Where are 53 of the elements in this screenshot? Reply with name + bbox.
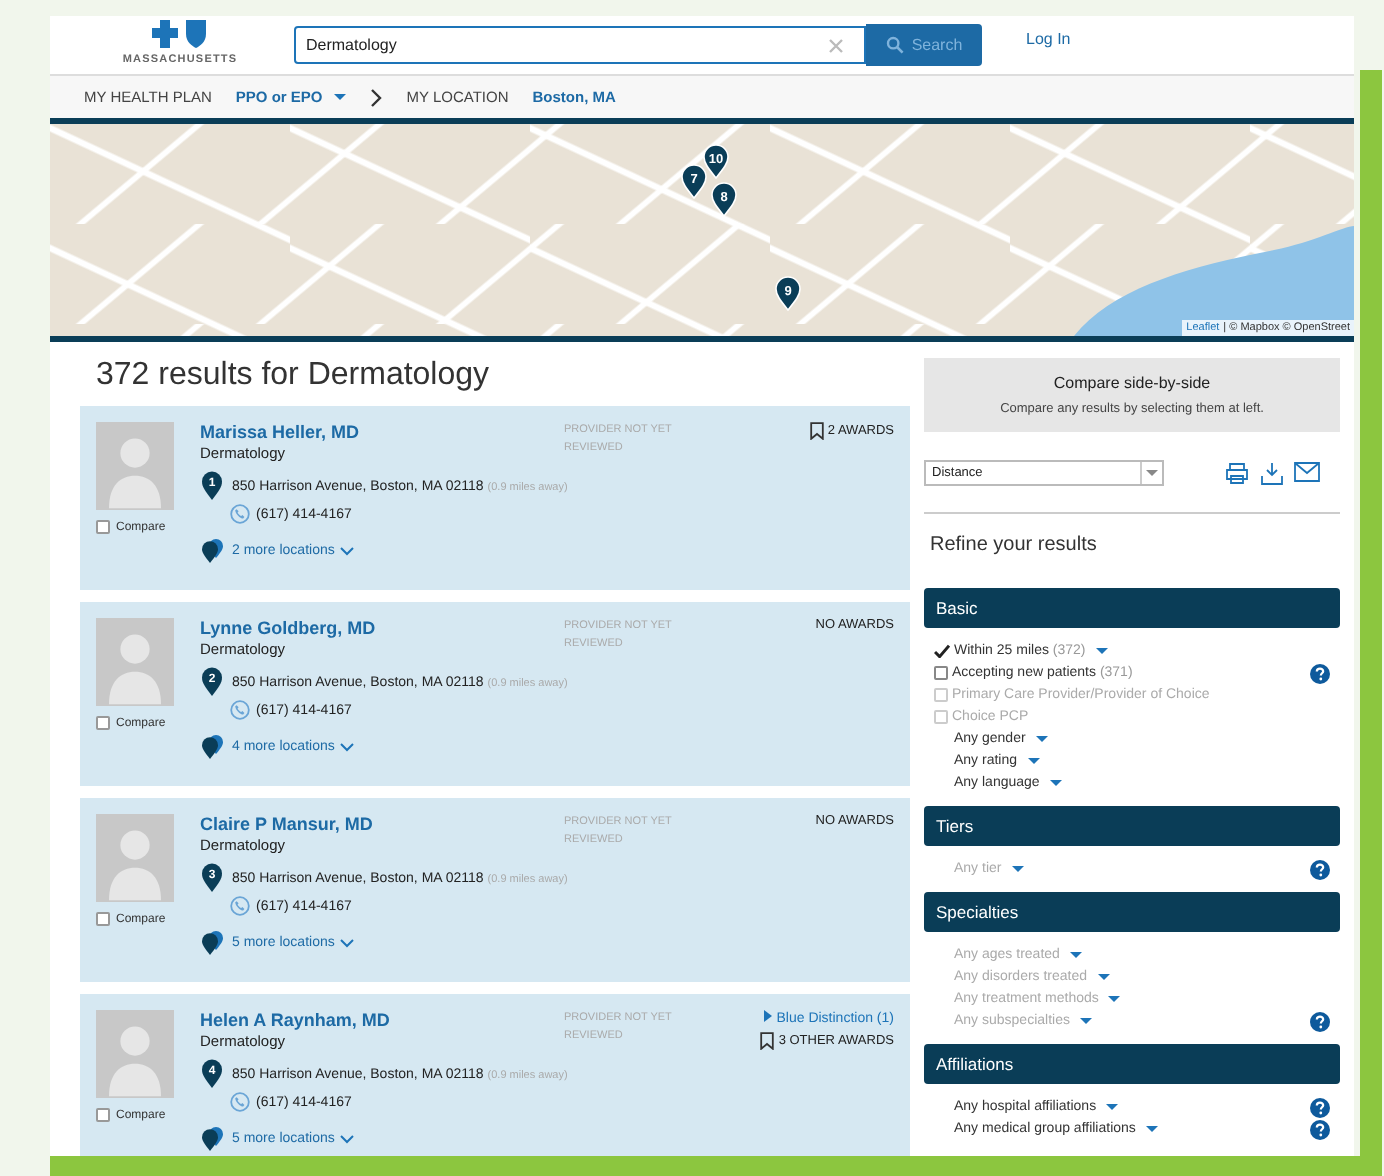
avatar-placeholder [96, 422, 174, 510]
provider-name-link[interactable]: Claire P Mansur, MD [200, 814, 373, 834]
compare-checkbox[interactable] [96, 716, 110, 730]
caret-icon[interactable] [1027, 758, 1040, 764]
compare-checkbox[interactable] [96, 520, 110, 534]
multiple-pins-icon [200, 1126, 226, 1152]
chevron-down-icon[interactable] [340, 938, 355, 948]
multiple-pins-icon [200, 538, 226, 564]
filter-section-header[interactable]: Tiers [924, 806, 1340, 846]
compare-checkbox[interactable] [96, 1108, 110, 1122]
provider-name-link[interactable]: Helen A Raynham, MD [200, 1010, 390, 1030]
phone-icon [230, 1092, 250, 1112]
checkmark-icon[interactable] [934, 644, 950, 658]
phone-icon [230, 896, 250, 916]
help-icon[interactable] [1310, 1097, 1330, 1117]
print-icon[interactable] [1224, 461, 1250, 483]
multiple-pins-icon [200, 930, 226, 956]
chevron-down-icon[interactable] [340, 546, 355, 556]
caret-icon[interactable] [1095, 648, 1108, 654]
search-field[interactable]: Dermatology [294, 26, 866, 64]
results-title: 372 results for Dermatology [96, 358, 492, 394]
caret-icon[interactable] [1049, 780, 1062, 786]
caret-icon[interactable] [1106, 1104, 1119, 1110]
chevron-right-icon [370, 87, 383, 107]
phone-icon [230, 700, 250, 720]
bookmark-icon [809, 422, 824, 440]
phone-icon [230, 504, 250, 524]
cross-and-shield-logo-icon [150, 17, 210, 49]
filter-section-header[interactable]: Affiliations [924, 1044, 1340, 1084]
compare-title: Compare side-by-side [1053, 374, 1211, 392]
filter-section-header[interactable]: Specialties [924, 892, 1340, 932]
avatar-placeholder [96, 814, 174, 902]
provider-name-link[interactable]: Lynne Goldberg, MD [200, 618, 376, 638]
mail-icon[interactable] [1294, 461, 1320, 481]
chevron-down-icon[interactable] [340, 742, 355, 752]
filter-checkbox[interactable] [934, 666, 948, 680]
chevron-down-icon[interactable] [340, 1134, 355, 1144]
avatar-placeholder [96, 618, 174, 706]
download-icon[interactable] [1260, 461, 1284, 485]
filter-section-header[interactable]: Basic [924, 588, 1340, 628]
login-link[interactable]: Log In [1026, 30, 1071, 48]
caret-icon[interactable] [1145, 1126, 1158, 1132]
caret-icon[interactable] [1035, 736, 1048, 742]
help-icon[interactable] [1310, 1119, 1330, 1139]
search-icon [885, 36, 904, 54]
refine-title: Refine your results [930, 534, 1099, 556]
help-icon[interactable] [1310, 663, 1330, 683]
triangle-right-icon [764, 1010, 773, 1022]
multiple-pins-icon [200, 734, 226, 760]
bookmark-icon [760, 1032, 775, 1050]
provider-name-link[interactable]: Marissa Heller, MD [200, 422, 360, 442]
avatar-placeholder [96, 1010, 174, 1098]
compare-checkbox[interactable] [96, 912, 110, 926]
